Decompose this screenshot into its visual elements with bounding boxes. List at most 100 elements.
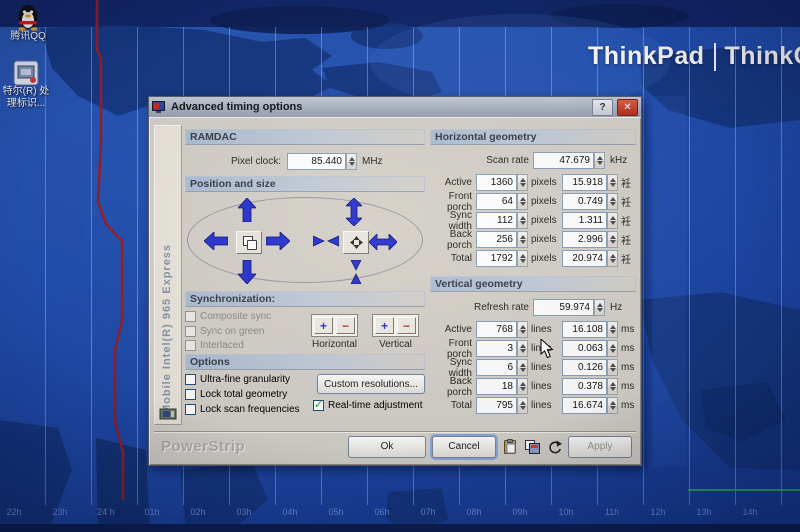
scan-rate-field[interactable]: 47.679: [533, 152, 594, 169]
v-back-porch-time-field[interactable]: 0.378: [562, 378, 607, 395]
spinner[interactable]: [607, 193, 618, 210]
interlaced-checkbox-row: Interlaced: [185, 339, 305, 352]
v-front-porch-lines-field[interactable]: 3: [476, 340, 517, 357]
h-front-porch-row: Front porch 64 pixels 0.749 衽: [430, 192, 636, 211]
v-sync-width-time-field[interactable]: 0.126: [562, 359, 607, 376]
v-active-time-field[interactable]: 16.108: [562, 321, 607, 338]
center-position-button[interactable]: [236, 231, 262, 254]
pixel-clock-field[interactable]: 85.440: [287, 153, 346, 170]
spinner[interactable]: [517, 397, 528, 414]
tz-label: 07h: [411, 507, 445, 517]
help-icon: ?: [599, 102, 605, 113]
vertical-minus-button[interactable]: −: [397, 317, 416, 334]
desktop-icon-qq[interactable]: 腾讯QQ: [2, 3, 54, 43]
spinner[interactable]: [517, 174, 528, 191]
vertical-sync-polarity-group: + − Vertical: [372, 314, 419, 352]
move-left-button[interactable]: [204, 232, 228, 250]
spinner[interactable]: [607, 340, 618, 357]
spinner[interactable]: [607, 174, 618, 191]
spinner[interactable]: [517, 212, 528, 229]
tz-label: 08h: [457, 507, 491, 517]
v-total-lines-field[interactable]: 795: [476, 397, 517, 414]
spinner[interactable]: [607, 397, 618, 414]
h-back-porch-pixels-field[interactable]: 256: [476, 231, 517, 248]
shrink-vertical-button[interactable]: [349, 260, 363, 284]
position-cluster: [207, 198, 291, 282]
v-front-porch-time-field[interactable]: 0.063: [562, 340, 607, 357]
copy-timings-button[interactable]: [524, 439, 540, 455]
spinner[interactable]: [517, 340, 528, 357]
move-down-button[interactable]: [238, 260, 256, 284]
custom-resolutions-button[interactable]: Custom resolutions...: [317, 374, 425, 394]
v-sync-width-lines-field[interactable]: 6: [476, 359, 517, 376]
row-label: Active: [430, 324, 476, 335]
unit-pixels: pixels: [528, 215, 562, 226]
paste-timings-button[interactable]: [502, 439, 518, 455]
desktop-icon-intel-utility[interactable]: 特尔(R) 处 理标识...: [0, 60, 52, 110]
lock-total-geometry-checkbox[interactable]: [185, 389, 196, 400]
section-header-horizontal-geometry: Horizontal geometry: [430, 129, 636, 145]
h-total-time-field[interactable]: 20.974: [562, 250, 607, 267]
synchronization-area: Composite sync Sync on green Interlaced: [185, 310, 425, 352]
lock-total-geometry-row: Lock total geometry: [185, 388, 311, 401]
refresh-rate-row: Refresh rate 59.974 Hz: [430, 298, 636, 316]
v-back-porch-row: Back porch 18 lines 0.378 ms: [430, 377, 636, 396]
scan-rate-row: Scan rate 47.679 kHz: [430, 151, 636, 169]
expand-horizontal-button[interactable]: [369, 234, 397, 250]
spinner[interactable]: [517, 250, 528, 267]
spinner[interactable]: [607, 359, 618, 376]
spinner[interactable]: [607, 321, 618, 338]
mouse-cursor-icon: [540, 339, 554, 364]
tz-label: 11h: [595, 507, 629, 517]
refresh-rate-field[interactable]: 59.974: [533, 299, 594, 316]
pixel-clock-spinner[interactable]: [346, 153, 357, 170]
pixel-clock-label: Pixel clock:: [185, 156, 287, 167]
realtime-adjustment-checkbox[interactable]: [313, 400, 324, 411]
spinner[interactable]: [517, 231, 528, 248]
refresh-rate-spinner[interactable]: [594, 299, 605, 316]
ok-button[interactable]: Ok: [348, 436, 426, 458]
h-sync-width-pixels-field[interactable]: 112: [476, 212, 517, 229]
h-active-time-field[interactable]: 15.918: [562, 174, 607, 191]
spinner[interactable]: [607, 231, 618, 248]
h-active-pixels-field[interactable]: 1360: [476, 174, 517, 191]
vertical-plus-button[interactable]: +: [375, 317, 394, 334]
h-back-porch-time-field[interactable]: 2.996: [562, 231, 607, 248]
h-total-pixels-field[interactable]: 1792: [476, 250, 517, 267]
scan-rate-spinner[interactable]: [594, 152, 605, 169]
spinner[interactable]: [517, 359, 528, 376]
v-active-lines-field[interactable]: 768: [476, 321, 517, 338]
spinner[interactable]: [607, 212, 618, 229]
dialog-titlebar[interactable]: Advanced timing options ? ✕: [149, 97, 641, 118]
cancel-button[interactable]: Cancel: [432, 436, 496, 458]
composite-sync-checkbox-row: Composite sync: [185, 310, 305, 323]
move-up-button[interactable]: [238, 198, 256, 222]
powerstrip-window-icon: [152, 101, 165, 113]
row-label: Total: [430, 400, 476, 411]
spinner[interactable]: [517, 378, 528, 395]
center-size-button[interactable]: [343, 231, 369, 254]
screen: 22h 23h 24 h 01h 02h 03h 04h 05h 06h 07h…: [0, 0, 800, 532]
lock-scan-frequencies-checkbox[interactable]: [185, 404, 196, 415]
spinner[interactable]: [517, 321, 528, 338]
h-front-porch-pixels-field[interactable]: 64: [476, 193, 517, 210]
shrink-horizontal-button[interactable]: [313, 234, 339, 248]
v-total-time-field[interactable]: 16.674: [562, 397, 607, 414]
spinner[interactable]: [607, 378, 618, 395]
h-sync-width-time-field[interactable]: 1.311: [562, 212, 607, 229]
close-button[interactable]: ✕: [617, 99, 638, 116]
h-front-porch-time-field[interactable]: 0.749: [562, 193, 607, 210]
spinner[interactable]: [517, 193, 528, 210]
row-label: Total: [430, 253, 476, 264]
horizontal-sync-polarity-group: + − Horizontal: [311, 314, 358, 352]
horizontal-minus-button[interactable]: −: [336, 317, 355, 334]
expand-vertical-button[interactable]: [346, 198, 362, 226]
v-back-porch-lines-field[interactable]: 18: [476, 378, 517, 395]
restore-timings-button[interactable]: [546, 439, 562, 455]
ultra-fine-granularity-checkbox[interactable]: [185, 374, 196, 385]
move-right-button[interactable]: [266, 232, 290, 250]
spinner[interactable]: [607, 250, 618, 267]
help-button[interactable]: ?: [592, 99, 613, 116]
horizontal-plus-button[interactable]: +: [314, 317, 333, 334]
unit-lines: lines: [528, 381, 562, 392]
